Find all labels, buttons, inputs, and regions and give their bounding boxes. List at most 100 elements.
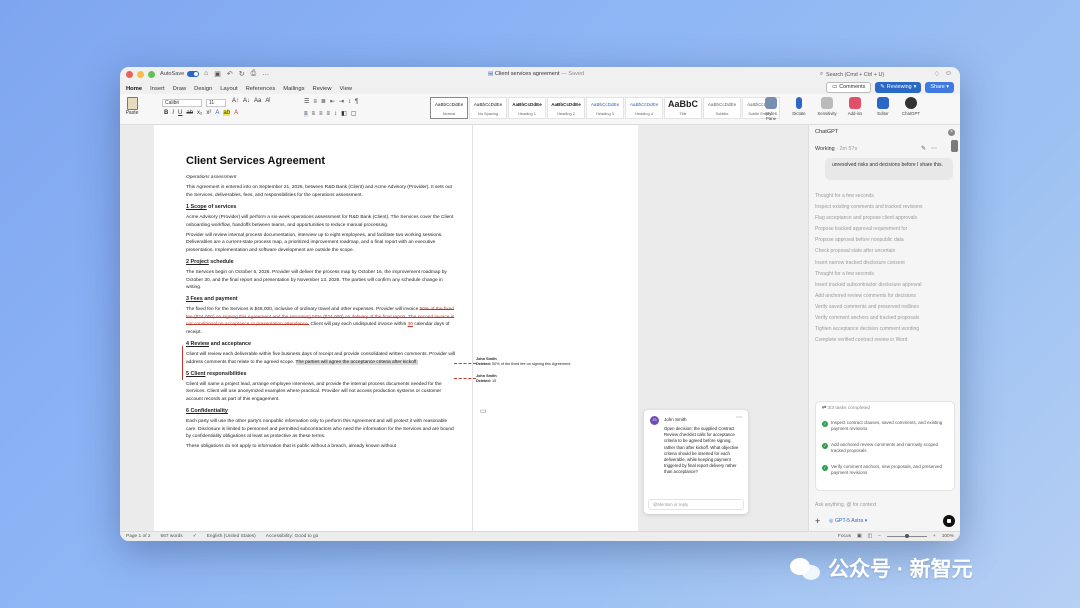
comment-marker-icon[interactable]: ▭ [480, 407, 487, 415]
comment-reply-input[interactable]: @Mention or reply [648, 499, 744, 510]
increase-indent-icon[interactable]: ⇥ [339, 98, 344, 105]
revision-note[interactable]: John Smith Deleted: 15 [476, 374, 636, 384]
tab-references[interactable]: References [242, 84, 280, 94]
paste-button[interactable]: Paste [124, 97, 140, 123]
line-spacing-icon[interactable]: ↕ [334, 111, 337, 117]
scrollbar[interactable] [951, 140, 958, 152]
minimize-window-button[interactable] [137, 71, 144, 78]
share-button[interactable]: Share ▾ [925, 82, 954, 93]
task-summary-header[interactable]: ⇄ 3/3 tasks completed [822, 406, 870, 411]
step-item[interactable]: Flag acceptance and propose client appro… [815, 213, 955, 224]
tab-insert[interactable]: Insert [146, 84, 169, 94]
step-item[interactable]: Verify saved comments and preserved redl… [815, 302, 955, 313]
style-heading-2[interactable]: AaBbCcDdEe Heading 2 [547, 97, 585, 119]
tab-review[interactable]: Review [309, 84, 336, 94]
autosave-toggle[interactable] [187, 71, 200, 77]
editor-button[interactable]: Editor [872, 97, 894, 121]
decrease-indent-icon[interactable]: ⇤ [330, 98, 335, 105]
justify-icon[interactable]: ≡ [327, 111, 331, 117]
commented-text[interactable]: The parties will agree the acceptance cr… [295, 359, 418, 365]
focus-button[interactable]: Focus [838, 534, 851, 539]
zoom-out-icon[interactable]: − [878, 534, 881, 539]
zoom-slider[interactable] [886, 534, 927, 538]
proofing-icon[interactable]: ✓ [193, 534, 197, 539]
plus-icon[interactable]: + [815, 516, 820, 526]
step-item[interactable]: Thought for a few seconds [815, 191, 955, 202]
maximize-window-button[interactable] [148, 71, 155, 78]
style-title[interactable]: AaBbC Title [664, 97, 702, 119]
comment-more-icon[interactable]: ⋯ [736, 415, 742, 421]
print-layout-icon[interactable]: ▣ [857, 534, 862, 539]
home-icon[interactable]: ⌂ [204, 70, 208, 78]
font-size-select[interactable]: 11 [206, 99, 226, 107]
chat-input[interactable]: Ask anything, @ for context [815, 502, 876, 508]
tab-mailings[interactable]: Mailings [279, 84, 308, 94]
search-box[interactable]: ⌕ Search (Cmd + Ctrl + U) [820, 70, 920, 79]
numbering-icon[interactable]: ≡ [313, 99, 317, 105]
style-heading-1[interactable]: AaBbCcDdEe Heading 1 [508, 97, 546, 119]
subscript-icon[interactable]: x₂ [197, 110, 202, 116]
superscript-icon[interactable]: x² [206, 110, 211, 116]
step-item[interactable]: Inspect existing comments and tracked re… [815, 202, 955, 213]
style-no-spacing[interactable]: AaBbCcDdEe No Spacing [469, 97, 507, 119]
case-icon[interactable]: Aa [254, 98, 261, 104]
web-layout-icon[interactable]: ◫ [868, 534, 873, 539]
styles-pane-button[interactable]: Styles Pane [760, 97, 782, 121]
style-subtitle[interactable]: AaBbCcDdEe Subtitle [703, 97, 741, 119]
step-item[interactable]: Propose tracked approval requirement for [815, 224, 955, 235]
clear-format-icon[interactable]: A̸ [265, 98, 269, 104]
language[interactable]: English (United States) [207, 534, 256, 539]
sort-icon[interactable]: ↕ [348, 99, 351, 105]
document-title[interactable]: ▤ Client services agreement — Saved [488, 71, 584, 77]
chatgpt-button[interactable]: ChatGPT [900, 97, 922, 121]
align-center-icon[interactable]: ≡ [312, 111, 316, 117]
model-selector[interactable]: ◎ GPT-5 Astra ▾ [829, 518, 867, 524]
dictate-button[interactable]: Dictate [788, 97, 810, 121]
close-icon[interactable]: × [948, 129, 955, 136]
tab-home[interactable]: Home [122, 84, 146, 95]
document-page[interactable]: Client Services Agreement Operations ass… [154, 125, 638, 531]
shrink-font-icon[interactable]: A↓ [243, 98, 250, 104]
account-icon[interactable]: ☺ [945, 70, 952, 78]
page-count[interactable]: Page 1 of 2 [126, 534, 151, 539]
close-window-button[interactable] [126, 71, 133, 78]
style-heading-3[interactable]: AaBbCcDdEe Heading 3 [586, 97, 624, 119]
shading-icon[interactable]: ◧ [341, 110, 347, 117]
document-body[interactable]: Client Services Agreement Operations ass… [186, 155, 458, 454]
redo-icon[interactable]: ↻ [239, 70, 245, 78]
stop-button[interactable] [943, 515, 955, 527]
tab-view[interactable]: View [336, 84, 356, 94]
more-icon[interactable]: ⋯ [931, 145, 937, 152]
print-icon[interactable]: ⎙ [251, 70, 257, 78]
comment-card[interactable]: JS John Smith ⋯ Open decision: the suppl… [644, 410, 748, 514]
font-color-icon[interactable]: A [234, 110, 238, 116]
zoom-level[interactable]: 100% [942, 534, 954, 539]
grow-font-icon[interactable]: A↑ [232, 98, 239, 104]
step-item[interactable]: Add anchored review comments for decisio… [815, 291, 955, 302]
reviewing-button[interactable]: ✎ Reviewing ▾ [875, 82, 922, 93]
step-item[interactable]: Tighten acceptance decision comment word… [815, 324, 955, 335]
tab-layout[interactable]: Layout [216, 84, 241, 94]
more-icon[interactable]: … [262, 70, 269, 78]
text-effects-icon[interactable]: A [215, 110, 219, 116]
edit-icon[interactable]: ✎ [921, 145, 926, 152]
multilevel-icon[interactable]: ≣ [321, 98, 326, 105]
tab-draw[interactable]: Draw [169, 84, 191, 94]
comments-button[interactable]: ▭ Comments [826, 82, 872, 93]
bell-icon[interactable]: ♢ [934, 70, 940, 78]
highlight-icon[interactable]: ab [223, 110, 231, 116]
zoom-in-icon[interactable]: + [933, 534, 936, 539]
accessibility-status[interactable]: Accessibility: Good to go [266, 534, 319, 539]
step-item[interactable]: Propose approval before nonpublic data [815, 235, 955, 246]
word-count[interactable]: 667 words [161, 534, 183, 539]
revision-note[interactable]: John Smith Deleted: 50% of the fixed fee… [476, 357, 636, 367]
italic-icon[interactable]: I [172, 110, 174, 116]
autosave[interactable]: AutoSave [160, 71, 200, 77]
add-ins-button[interactable]: Add-ins [844, 97, 866, 121]
font-name-select[interactable]: Calibri [162, 99, 202, 107]
step-item[interactable]: Complete verified contract review in Wor… [815, 335, 955, 346]
underline-icon[interactable]: U [178, 110, 182, 116]
strikethrough-icon[interactable]: ab [186, 110, 193, 116]
pilcrow-icon[interactable]: ¶ [355, 99, 358, 105]
step-item[interactable]: Verify comment anchors and tracked propo… [815, 313, 955, 324]
